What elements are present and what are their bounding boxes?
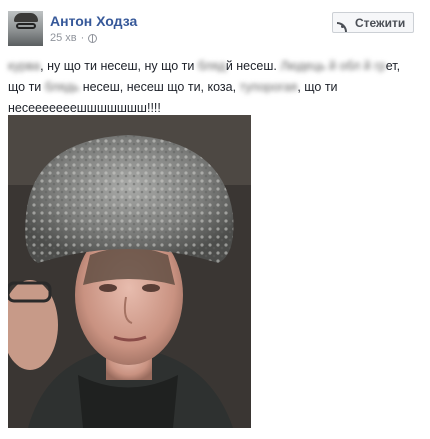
globe-icon[interactable] (88, 33, 98, 43)
censored-word: Людець й обл й гр (280, 59, 386, 73)
left-eye (99, 284, 117, 292)
avatar-glasses (16, 23, 36, 29)
post-text-segment: несеш, несеш що ти, коза, (79, 80, 240, 94)
photo-illustration (8, 115, 251, 428)
censored-word: бляд (197, 59, 226, 73)
rss-icon (337, 18, 351, 32)
censored-word: блядь (44, 80, 80, 94)
post-text-segment: й несеш. (225, 59, 281, 73)
author-avatar[interactable] (8, 11, 43, 46)
post-photo[interactable] (8, 115, 251, 428)
facebook-post: Антон Ходза 25 хв · Стежити курва, ну що… (0, 0, 430, 439)
censored-word: курва (8, 59, 41, 73)
post-text: курва, ну що ти несеш, ну що ти блядй не… (8, 56, 420, 119)
post-text-segment: , ну що ти несеш, ну що ти (40, 59, 198, 73)
post-meta: 25 хв · (50, 32, 98, 44)
author-name[interactable]: Антон Ходза (50, 13, 137, 29)
avatar-hair (14, 13, 38, 22)
meta-separator: · (80, 32, 85, 44)
follow-button[interactable]: Стежити (332, 12, 415, 33)
follow-label: Стежити (355, 15, 406, 30)
censored-word: тупорогая (239, 80, 298, 94)
post-timestamp[interactable]: 25 хв (50, 32, 77, 44)
right-eye (142, 284, 160, 292)
